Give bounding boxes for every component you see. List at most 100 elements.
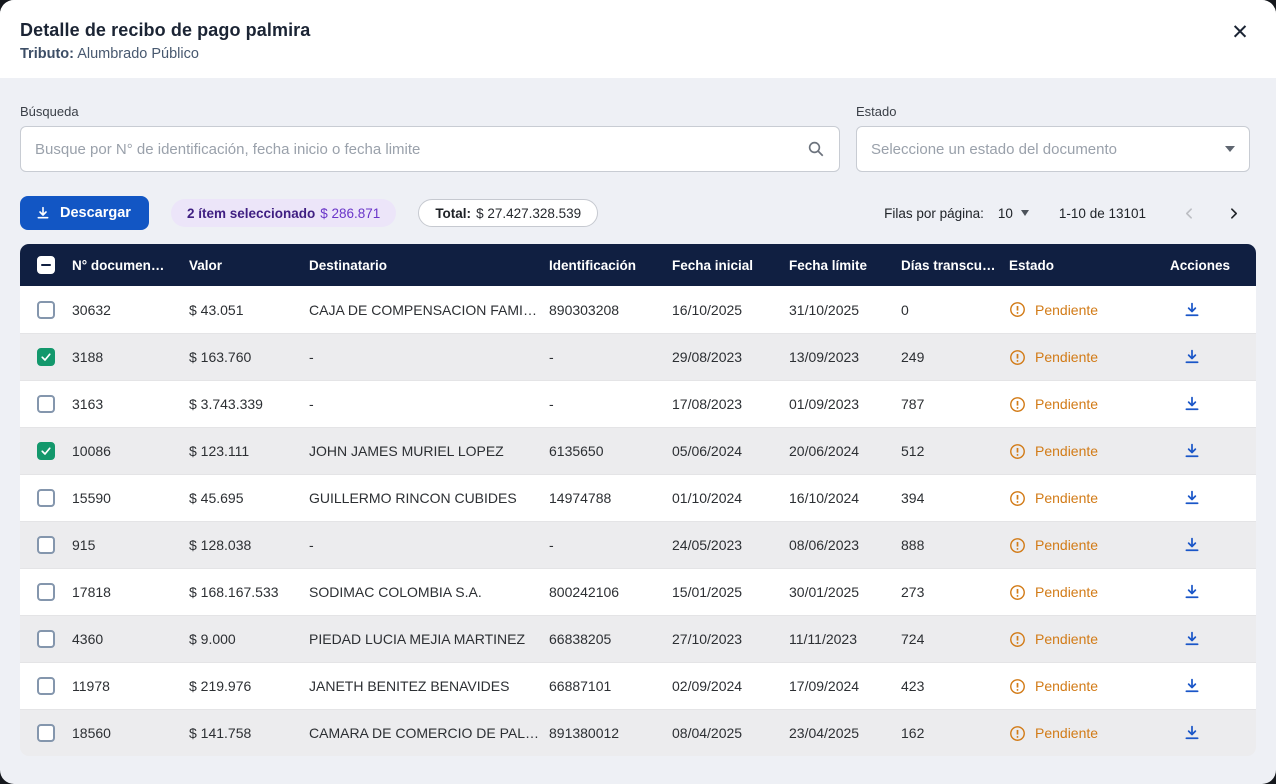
table-row: 4360 $ 9.000 PIEDAD LUCIA MEJIA MARTINEZ… (20, 615, 1256, 662)
status-badge: Pendiente (1009, 396, 1144, 413)
cell-dias: 394 (901, 490, 1009, 506)
download-icon (1183, 301, 1201, 319)
row-checkbox[interactable] (37, 677, 55, 695)
estado-label: Estado (856, 104, 1250, 119)
cell-dias: 888 (901, 537, 1009, 553)
row-checkbox[interactable] (37, 348, 55, 366)
cell-valor: $ 168.167.533 (189, 584, 309, 600)
cell-fecha-limite: 11/11/2023 (789, 631, 901, 647)
cell-valor: $ 45.695 (189, 490, 309, 506)
cell-fecha-inicial: 08/04/2025 (672, 725, 789, 741)
cell-fecha-limite: 08/06/2023 (789, 537, 901, 553)
close-button[interactable]: ✕ (1226, 18, 1254, 46)
row-download-button[interactable] (1179, 438, 1205, 464)
table-row: 18560 $ 141.758 CAMARA DE COMERCIO DE PA… (20, 709, 1256, 756)
column-header-fecha-inicial[interactable]: Fecha inicial (672, 258, 789, 273)
cell-estado: Pendiente (1009, 301, 1154, 318)
download-icon (1183, 724, 1201, 742)
pending-icon (1009, 678, 1026, 695)
download-icon (1183, 395, 1201, 413)
cell-documento: 4360 (72, 631, 189, 647)
cell-estado: Pendiente (1009, 443, 1154, 460)
status-badge: Pendiente (1009, 584, 1144, 601)
cell-destinatario: GUILLERMO RINCON CUBIDES (309, 490, 549, 506)
cell-valor: $ 163.760 (189, 349, 309, 365)
row-checkbox[interactable] (37, 630, 55, 648)
row-download-button[interactable] (1179, 297, 1205, 323)
payment-detail-modal: Detalle de recibo de pago palmira Tribut… (0, 0, 1276, 784)
table-row: 3188 $ 163.760 - - 29/08/2023 13/09/2023… (20, 333, 1256, 380)
cell-destinatario: JANETH BENITEZ BENAVIDES (309, 678, 549, 694)
column-header-documento[interactable]: N° documen… (72, 258, 189, 273)
cell-documento: 18560 (72, 725, 189, 741)
row-download-button[interactable] (1179, 532, 1205, 558)
row-download-button[interactable] (1179, 626, 1205, 652)
download-icon (1183, 677, 1201, 695)
row-checkbox[interactable] (37, 489, 55, 507)
pending-icon (1009, 301, 1026, 318)
rows-per-page-select[interactable]: 10 (998, 206, 1029, 221)
cell-fecha-limite: 30/01/2025 (789, 584, 901, 600)
table-row: 3163 $ 3.743.339 - - 17/08/2023 01/09/20… (20, 380, 1256, 427)
cell-estado: Pendiente (1009, 678, 1154, 695)
chevron-left-icon (1183, 207, 1196, 220)
row-download-button[interactable] (1179, 485, 1205, 511)
previous-page-button[interactable] (1172, 196, 1206, 230)
cell-fecha-inicial: 24/05/2023 (672, 537, 789, 553)
check-icon (40, 351, 52, 363)
column-header-dias[interactable]: Días transcu… (901, 258, 1009, 273)
pagination-range: 1-10 de 13101 (1059, 206, 1146, 221)
table-row: 11978 $ 219.976 JANETH BENITEZ BENAVIDES… (20, 662, 1256, 709)
pending-icon (1009, 537, 1026, 554)
column-header-acciones: Acciones (1154, 258, 1256, 273)
row-checkbox[interactable] (37, 583, 55, 601)
column-header-destinatario[interactable]: Destinatario (309, 258, 549, 273)
search-input-box (20, 126, 840, 172)
tributo-label: Tributo: (20, 46, 74, 62)
select-all-checkbox[interactable] (37, 256, 55, 274)
table-row: 17818 $ 168.167.533 SODIMAC COLOMBIA S.A… (20, 568, 1256, 615)
row-download-button[interactable] (1179, 720, 1205, 746)
row-checkbox[interactable] (37, 442, 55, 460)
row-checkbox[interactable] (37, 724, 55, 742)
toolbar: Descargar 2 ítem seleccionado $ 286.871 … (0, 172, 1276, 230)
estado-select[interactable]: Seleccione un estado del documento (856, 126, 1250, 172)
column-header-estado[interactable]: Estado (1009, 258, 1154, 273)
row-checkbox[interactable] (37, 536, 55, 554)
row-download-button[interactable] (1179, 673, 1205, 699)
pagination: Filas por página: 10 1-10 de 13101 (884, 196, 1250, 230)
column-header-identificacion[interactable]: Identificación (549, 258, 672, 273)
status-badge: Pendiente (1009, 301, 1144, 318)
row-checkbox[interactable] (37, 395, 55, 413)
cell-fecha-inicial: 15/01/2025 (672, 584, 789, 600)
cell-dias: 273 (901, 584, 1009, 600)
cell-identificacion: 800242106 (549, 584, 672, 600)
cell-dias: 512 (901, 443, 1009, 459)
check-icon (40, 445, 52, 457)
pending-icon (1009, 349, 1026, 366)
download-icon (1183, 348, 1201, 366)
table-row: 30632 $ 43.051 CAJA DE COMPENSACION FAMI… (20, 286, 1256, 333)
next-page-button[interactable] (1216, 196, 1250, 230)
cell-destinatario: - (309, 537, 549, 553)
cell-identificacion: 66838205 (549, 631, 672, 647)
row-download-button[interactable] (1179, 344, 1205, 370)
download-icon (1183, 583, 1201, 601)
cell-dias: 162 (901, 725, 1009, 741)
selected-items-count: 2 ítem seleccionado (187, 206, 315, 221)
download-button[interactable]: Descargar (20, 196, 149, 230)
download-icon (1183, 489, 1201, 507)
row-download-button[interactable] (1179, 579, 1205, 605)
cell-estado: Pendiente (1009, 584, 1154, 601)
search-field-group: Búsqueda (20, 104, 840, 172)
row-download-button[interactable] (1179, 391, 1205, 417)
search-input[interactable] (35, 141, 797, 158)
selected-items-chip: 2 ítem seleccionado $ 286.871 (171, 199, 396, 227)
cell-destinatario: - (309, 349, 549, 365)
column-header-valor[interactable]: Valor (189, 258, 309, 273)
chevron-right-icon (1227, 207, 1240, 220)
table-body: 30632 $ 43.051 CAJA DE COMPENSACION FAMI… (20, 286, 1256, 756)
row-checkbox[interactable] (37, 301, 55, 319)
column-header-fecha-limite[interactable]: Fecha límite (789, 258, 901, 273)
cell-identificacion: 66887101 (549, 678, 672, 694)
